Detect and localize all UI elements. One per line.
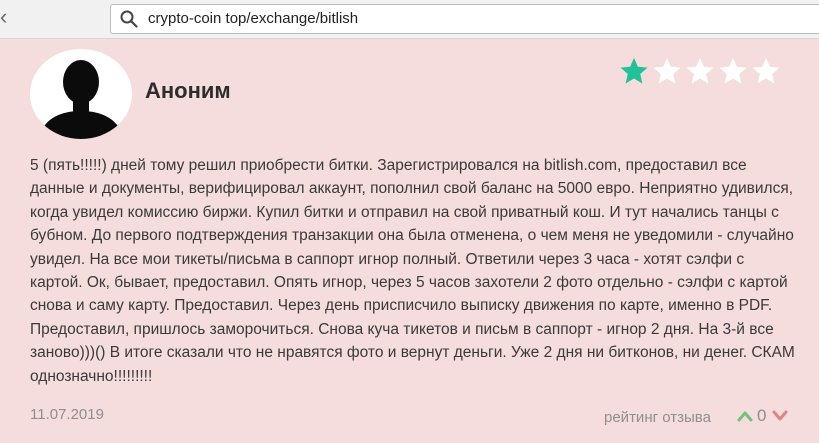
vote-down-icon[interactable] [772,410,788,422]
review-rating-label: рейтинг отзыва [604,409,711,426]
star-empty-icon [686,57,714,84]
star-empty-icon [719,57,747,84]
star-filled-icon [620,57,648,84]
review-date: 11.07.2019 [30,406,104,423]
browser-toolbar: ‹ crypto-coin top/exchange/bitlish [0,0,819,39]
review-text: 5 (пять!!!!!) дней тому решил приобрести… [30,157,795,385]
review-author: Аноним [145,78,231,103]
star-rating [614,56,784,88]
chevron-left-icon[interactable]: ‹ [0,4,18,30]
address-bar[interactable]: crypto-coin top/exchange/bitlish [110,4,819,34]
star-empty-icon [653,57,681,84]
vote-up-icon[interactable] [737,410,753,422]
url-text[interactable]: crypto-coin top/exchange/bitlish [148,10,358,28]
search-icon [120,10,138,28]
star-empty-icon [752,57,780,84]
anonymous-avatar-icon [30,49,132,139]
vote-count: 0 [757,406,767,425]
